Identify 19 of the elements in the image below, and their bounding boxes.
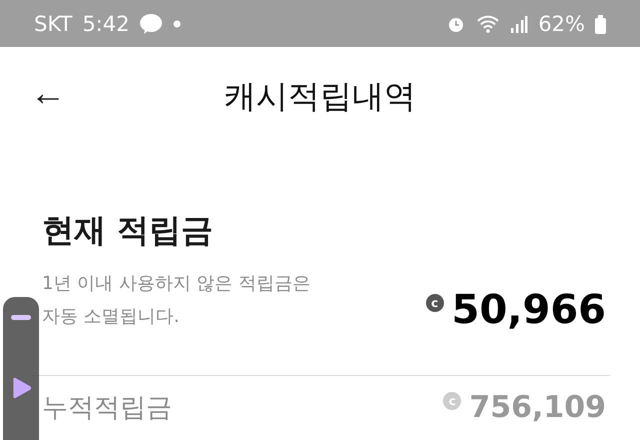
chat-bubble-icon — [139, 12, 164, 34]
floating-player-widget[interactable] — [3, 297, 39, 440]
back-button[interactable]: ← — [30, 75, 66, 111]
clock-text: 5:42 — [82, 12, 130, 36]
carrier-text: SKT — [34, 12, 72, 36]
handle-icon — [11, 315, 31, 320]
total-earned: 756,109 — [469, 390, 606, 425]
current-balance: 50,966 — [452, 287, 606, 333]
battery-percent: 62% — [538, 12, 585, 36]
expiry-note: 1년 이내 사용하지 않은 적립금은 자동 소멸됩니다. — [42, 272, 310, 329]
battery-icon — [595, 14, 606, 34]
section-title: 현재 적립금 — [42, 210, 214, 251]
signal-icon — [510, 14, 528, 34]
page-title: 캐시적립내역 — [224, 76, 416, 117]
dot-icon — [173, 20, 182, 28]
wifi-icon — [476, 14, 500, 34]
coin-icon: c — [426, 294, 444, 312]
total-label: 누적적립금 — [42, 392, 172, 425]
play-icon — [11, 377, 32, 399]
